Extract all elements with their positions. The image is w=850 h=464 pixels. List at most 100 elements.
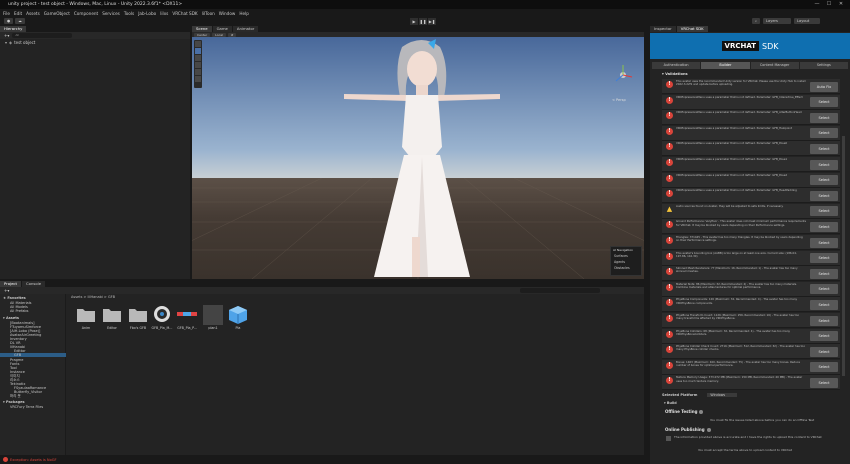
perspective-label[interactable]: < Persp xyxy=(612,98,626,102)
auto-fix-button[interactable]: Auto Fix xyxy=(810,81,838,92)
grid-icon[interactable]: # xyxy=(227,32,237,37)
tab-hierarchy[interactable]: Hierarchy xyxy=(0,26,27,32)
pivot-mode-dropdown[interactable]: Center xyxy=(194,32,211,37)
cloud-icon[interactable]: ☁ xyxy=(15,18,25,24)
tab-inspector[interactable]: Inspector xyxy=(650,26,676,32)
scene-view[interactable]: Scene Game Animator Center Local # < Per… xyxy=(192,26,644,279)
select-button[interactable]: Select xyxy=(810,143,838,154)
transform-tool-icon[interactable] xyxy=(195,76,201,82)
folder-icon[interactable] xyxy=(77,306,95,322)
menu-jab-lobo[interactable]: Jab-Lobo xyxy=(138,11,156,16)
scrollbar[interactable] xyxy=(842,136,845,376)
select-button[interactable]: Select xyxy=(810,346,838,357)
move-tool-icon[interactable] xyxy=(195,48,201,54)
validation-item: ! This avatar's bounding box (AABB) is to… xyxy=(662,250,840,266)
folder-icon[interactable] xyxy=(129,306,147,322)
validation-message: This avatar's bounding box (AABB) is too… xyxy=(676,251,797,258)
select-button[interactable]: Select xyxy=(810,159,838,170)
consent-checkbox[interactable] xyxy=(666,436,671,441)
select-button[interactable]: Select xyxy=(810,97,838,108)
material-icon[interactable] xyxy=(203,305,223,325)
menu-assets[interactable]: Assets xyxy=(26,11,40,16)
sdk-tab-content-manager[interactable]: Content Manager xyxy=(750,62,799,69)
add-icon[interactable]: +▾ xyxy=(4,33,9,38)
layout-dropdown[interactable]: Layout xyxy=(794,18,821,24)
tree-item[interactable]: 머리 옷 xyxy=(10,394,21,399)
breadcrumb[interactable]: Assets > lilHanabi > GFB xyxy=(68,294,644,301)
step-button[interactable]: ▶❚ xyxy=(428,18,436,25)
select-button[interactable]: Select xyxy=(810,268,838,279)
select-button[interactable]: Select xyxy=(810,190,838,201)
select-button[interactable]: Select xyxy=(810,128,838,139)
orientation-gizmo[interactable] xyxy=(612,64,634,86)
error-icon: ! xyxy=(666,159,673,166)
assets-header[interactable]: ▾ Assets xyxy=(3,316,19,320)
tree-item-selected[interactable]: GFB xyxy=(0,353,66,357)
rect-tool-icon[interactable] xyxy=(195,69,201,75)
tab-vrchat-sdk[interactable]: VRChat SDK xyxy=(676,26,708,32)
menu-gameobject[interactable]: GameObject xyxy=(44,11,70,16)
menu-vrchat-sdk[interactable]: VRChat SDK xyxy=(172,11,197,16)
sdk-tab-settings[interactable]: Settings xyxy=(799,62,848,69)
play-button[interactable]: ▶ xyxy=(410,18,418,25)
pivot-space-dropdown[interactable]: Local xyxy=(212,32,226,37)
select-button[interactable]: Select xyxy=(810,112,838,123)
hierarchy-item[interactable]: ▾ ◈ test object xyxy=(0,39,190,46)
menu-tools[interactable]: Tools xyxy=(124,11,134,16)
search-icon[interactable]: ⌕ xyxy=(752,18,761,24)
select-button[interactable]: Select xyxy=(810,315,838,326)
maximize-button[interactable]: ☐ xyxy=(826,1,832,7)
select-button[interactable]: Select xyxy=(810,221,838,232)
menu-window[interactable]: Window xyxy=(219,11,236,16)
sdk-tab-authentication[interactable]: Authentication xyxy=(652,62,701,69)
menu-liltoon[interactable]: lilToon xyxy=(202,11,215,16)
menu-file[interactable]: File xyxy=(3,11,10,16)
status-error-text[interactable]: Exception: Assets is NoGF xyxy=(10,458,57,462)
favorites-header[interactable]: ★ Favorites xyxy=(3,296,26,300)
scale-tool-icon[interactable] xyxy=(195,62,201,68)
close-button[interactable]: ✕ xyxy=(838,1,844,7)
select-button[interactable]: Select xyxy=(810,284,838,295)
build-header[interactable]: ▾ Build xyxy=(664,401,677,405)
platform-dropdown[interactable]: Windows xyxy=(707,393,738,397)
packages-header[interactable]: ▾ Packages xyxy=(3,400,25,404)
validations-header[interactable]: ▾ Validations xyxy=(662,72,688,76)
menu-services[interactable]: Services xyxy=(102,11,120,16)
minimize-button[interactable]: — xyxy=(814,1,820,7)
audio-clip-icon[interactable] xyxy=(153,305,171,322)
menu-edit[interactable]: Edit xyxy=(14,11,22,16)
pause-button[interactable]: ❚❚ xyxy=(419,18,427,25)
select-button[interactable]: Select xyxy=(810,331,838,342)
favorite-item[interactable]: All Prefabs xyxy=(10,309,28,313)
prefab-icon[interactable] xyxy=(177,305,197,321)
inspector-panel: Inspector VRChat SDK VRCHAT SDK Authenti… xyxy=(650,26,850,464)
menu-component[interactable]: Component xyxy=(74,11,98,16)
validation-item: ! PhysBone Transform Count: 1126 (Maximum… xyxy=(662,313,840,328)
select-button[interactable]: Select xyxy=(810,362,838,373)
hand-tool-icon[interactable] xyxy=(195,41,201,47)
account-icon[interactable]: ● xyxy=(4,18,14,24)
select-button[interactable]: Select xyxy=(810,377,838,388)
select-button[interactable]: Select xyxy=(810,299,838,310)
overlay-item-obstacles[interactable]: Obstacles xyxy=(611,265,641,271)
select-button[interactable]: Select xyxy=(810,253,838,264)
avatar-model[interactable] xyxy=(342,37,502,279)
consent-text: The information provided above is accura… xyxy=(674,435,822,439)
info-icon[interactable] xyxy=(706,427,711,432)
sdk-tab-builder[interactable]: Builder xyxy=(701,62,750,69)
expand-icon[interactable]: ▾ xyxy=(5,40,7,45)
package-item[interactable]: VRCFury Terra Files xyxy=(10,405,43,409)
select-button[interactable]: Select xyxy=(810,206,838,217)
folder-icon[interactable] xyxy=(103,306,121,322)
layers-dropdown[interactable]: Layers xyxy=(763,18,792,24)
add-asset-icon[interactable]: +▾ xyxy=(4,288,9,293)
menu-help[interactable]: Help xyxy=(239,11,249,16)
hierarchy-search-input[interactable]: All xyxy=(12,33,73,38)
project-search-input[interactable] xyxy=(520,288,600,293)
select-button[interactable]: Select xyxy=(810,237,838,248)
info-icon[interactable] xyxy=(699,409,704,414)
select-button[interactable]: Select xyxy=(810,175,838,186)
menu-lilxs[interactable]: lilxs xyxy=(160,11,168,16)
cube-icon[interactable] xyxy=(228,305,247,324)
rotate-tool-icon[interactable] xyxy=(195,55,201,61)
